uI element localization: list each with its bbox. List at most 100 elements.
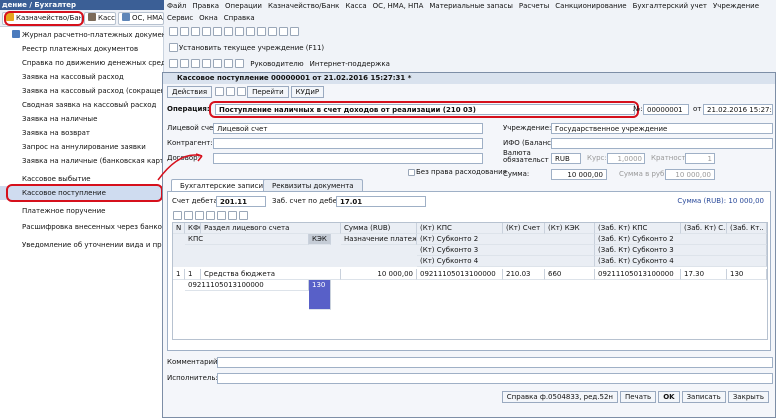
calendar-icon[interactable]: [279, 27, 288, 36]
menu-item[interactable]: Заявка на наличные (банковская карта): [0, 154, 164, 168]
undo-icon[interactable]: [235, 27, 244, 36]
add-icon[interactable]: [173, 211, 182, 220]
cell-n[interactable]: 1: [173, 269, 185, 280]
new-icon[interactable]: [169, 27, 178, 36]
copy-icon[interactable]: [213, 27, 222, 36]
contractor-field[interactable]: [213, 138, 483, 149]
menu-item[interactable]: Расшифровка внесенных через банкомат: [0, 220, 164, 234]
copy-icon[interactable]: [184, 211, 193, 220]
col-kps[interactable]: КПС: [185, 234, 309, 245]
col-kt-kps[interactable]: (Кт) КПС: [417, 223, 503, 234]
internet-support-button[interactable]: Интернет-поддержка: [307, 58, 393, 70]
col-kek[interactable]: КЭК: [309, 234, 331, 245]
ifo-field[interactable]: [551, 138, 773, 149]
col-zab-kps[interactable]: (Заб. Кт) КПС: [595, 223, 681, 234]
menu-item[interactable]: Сводная заявка на кассовый расход: [0, 98, 164, 112]
comment-field[interactable]: [217, 357, 773, 368]
col-kt-kek[interactable]: (Кт) КЭК: [545, 223, 595, 234]
menu-journal[interactable]: Журнал расчетно-платежных документов: [0, 28, 164, 42]
post-icon[interactable]: [226, 87, 236, 96]
tool-icon[interactable]: [169, 59, 178, 68]
reg-field[interactable]: 17.01: [336, 196, 426, 207]
tool-icon[interactable]: [202, 59, 211, 68]
menu-item[interactable]: Заявка на кассовый расход (сокращенная): [0, 84, 164, 98]
col-kt-sub2[interactable]: (Кт) Субконто 2: [417, 234, 595, 245]
cell-kek[interactable]: 130: [309, 280, 331, 310]
col-kfo[interactable]: КФО: [185, 223, 201, 234]
tool-icon[interactable]: [224, 59, 233, 68]
cell-sum[interactable]: 10 000,00: [341, 269, 417, 280]
sum-field[interactable]: 10 000,00: [551, 169, 607, 180]
cut-icon[interactable]: [202, 27, 211, 36]
menu-item[interactable]: Запрос на аннулирование заявки: [0, 140, 164, 154]
col-kt-sub3[interactable]: (Кт) Субконто 3: [417, 245, 595, 256]
edit-icon[interactable]: [195, 211, 204, 220]
redo-icon[interactable]: [246, 27, 255, 36]
col-zab-sub4[interactable]: (Заб. Кт) Субконто 4: [595, 256, 767, 267]
tab-os[interactable]: ОС, НМА: [118, 12, 164, 25]
write-button[interactable]: Записать: [681, 391, 726, 403]
ok-button[interactable]: OK: [658, 391, 680, 403]
actions-button[interactable]: Действия: [167, 86, 213, 98]
cell-kt-acc[interactable]: 210.03: [503, 269, 545, 280]
tool-icon[interactable]: [213, 59, 222, 68]
manager-button[interactable]: Руководителю: [247, 58, 306, 70]
find-icon[interactable]: [257, 27, 266, 36]
cell-zab-acc[interactable]: 17.30: [681, 269, 727, 280]
tab-document-details[interactable]: Реквизиты документа: [263, 179, 363, 191]
menu-item[interactable]: Платежное поручение: [0, 204, 164, 218]
goto-button[interactable]: Перейти: [247, 86, 289, 98]
down-icon[interactable]: [228, 211, 237, 220]
menu-item[interactable]: Справка по движению денежных средств: [0, 56, 164, 70]
calc-icon[interactable]: [268, 27, 277, 36]
menu-item[interactable]: Заявка на кассовый расход: [0, 70, 164, 84]
col-zab-x[interactable]: (Заб. Кт..: [727, 223, 767, 234]
print-button[interactable]: Печать: [619, 391, 657, 403]
executor-field[interactable]: [217, 373, 773, 384]
cell-section[interactable]: Средства бюджета: [201, 269, 341, 280]
cell-kfo[interactable]: 1: [185, 269, 201, 280]
open-icon[interactable]: [180, 27, 189, 36]
cell-zab-kps[interactable]: 09211105013100000: [595, 269, 681, 280]
sum-rub-field[interactable]: 10 000,00: [665, 169, 715, 180]
kudir-button[interactable]: КУДиР: [290, 86, 325, 98]
paste-icon[interactable]: [224, 27, 233, 36]
contract-field[interactable]: [213, 153, 483, 164]
col-sum[interactable]: Сумма (RUB): [341, 223, 417, 234]
col-zab-acc[interactable]: (Заб. Кт) С..: [681, 223, 727, 234]
col-purpose[interactable]: Назначение платежа: [341, 234, 417, 245]
help-icon[interactable]: [290, 27, 299, 36]
set-institution[interactable]: Установить текущее учреждение (F11): [168, 42, 776, 54]
tool-icon[interactable]: [191, 59, 200, 68]
tool-icon[interactable]: [180, 59, 189, 68]
cell-kt-kps[interactable]: 09211105013100000: [417, 269, 503, 280]
sort-icon[interactable]: [239, 211, 248, 220]
delete-icon[interactable]: [206, 211, 215, 220]
tool-icon[interactable]: [235, 59, 244, 68]
close-button[interactable]: Закрыть: [727, 391, 769, 403]
currency-field[interactable]: RUB: [551, 153, 581, 164]
save-icon[interactable]: [191, 27, 200, 36]
date-field[interactable]: 21.02.2016 15:27:31: [703, 104, 773, 115]
cell-kps[interactable]: 09211105013100000: [185, 280, 309, 291]
menu-item[interactable]: Реестр платежных документов: [0, 42, 164, 56]
menu-item[interactable]: Заявка на возврат: [0, 126, 164, 140]
up-icon[interactable]: [217, 211, 226, 220]
account-field[interactable]: Лицевой счет: [213, 123, 483, 134]
rate-field[interactable]: 1,0000: [607, 153, 645, 164]
col-section[interactable]: Раздел лицевого счета: [201, 223, 341, 234]
report-button[interactable]: Справка ф.0504833, ред.52н: [501, 391, 618, 403]
no-rights-checkbox[interactable]: Без права расходования: [407, 167, 507, 178]
col-zab-sub3[interactable]: (Заб. Кт) Субконто 3: [595, 245, 767, 256]
mult-field[interactable]: 1: [685, 153, 715, 164]
menu-item[interactable]: Заявка на наличные: [0, 112, 164, 126]
debit-field[interactable]: 201.11: [216, 196, 266, 207]
save-icon[interactable]: [215, 87, 225, 96]
cell-kt-kek[interactable]: 660: [545, 269, 595, 280]
col-zab-sub2[interactable]: (Заб. Кт) Субконто 2: [595, 234, 767, 245]
tab-cash[interactable]: Касса: [84, 12, 116, 25]
col-kt-acc[interactable]: (Кт) Счет: [503, 223, 545, 234]
col-kt-sub4[interactable]: (Кт) Субконто 4: [417, 256, 595, 267]
number-field[interactable]: 00000001: [643, 104, 689, 115]
menu-item[interactable]: Уведомление об уточнении вида и принадле…: [0, 238, 164, 252]
